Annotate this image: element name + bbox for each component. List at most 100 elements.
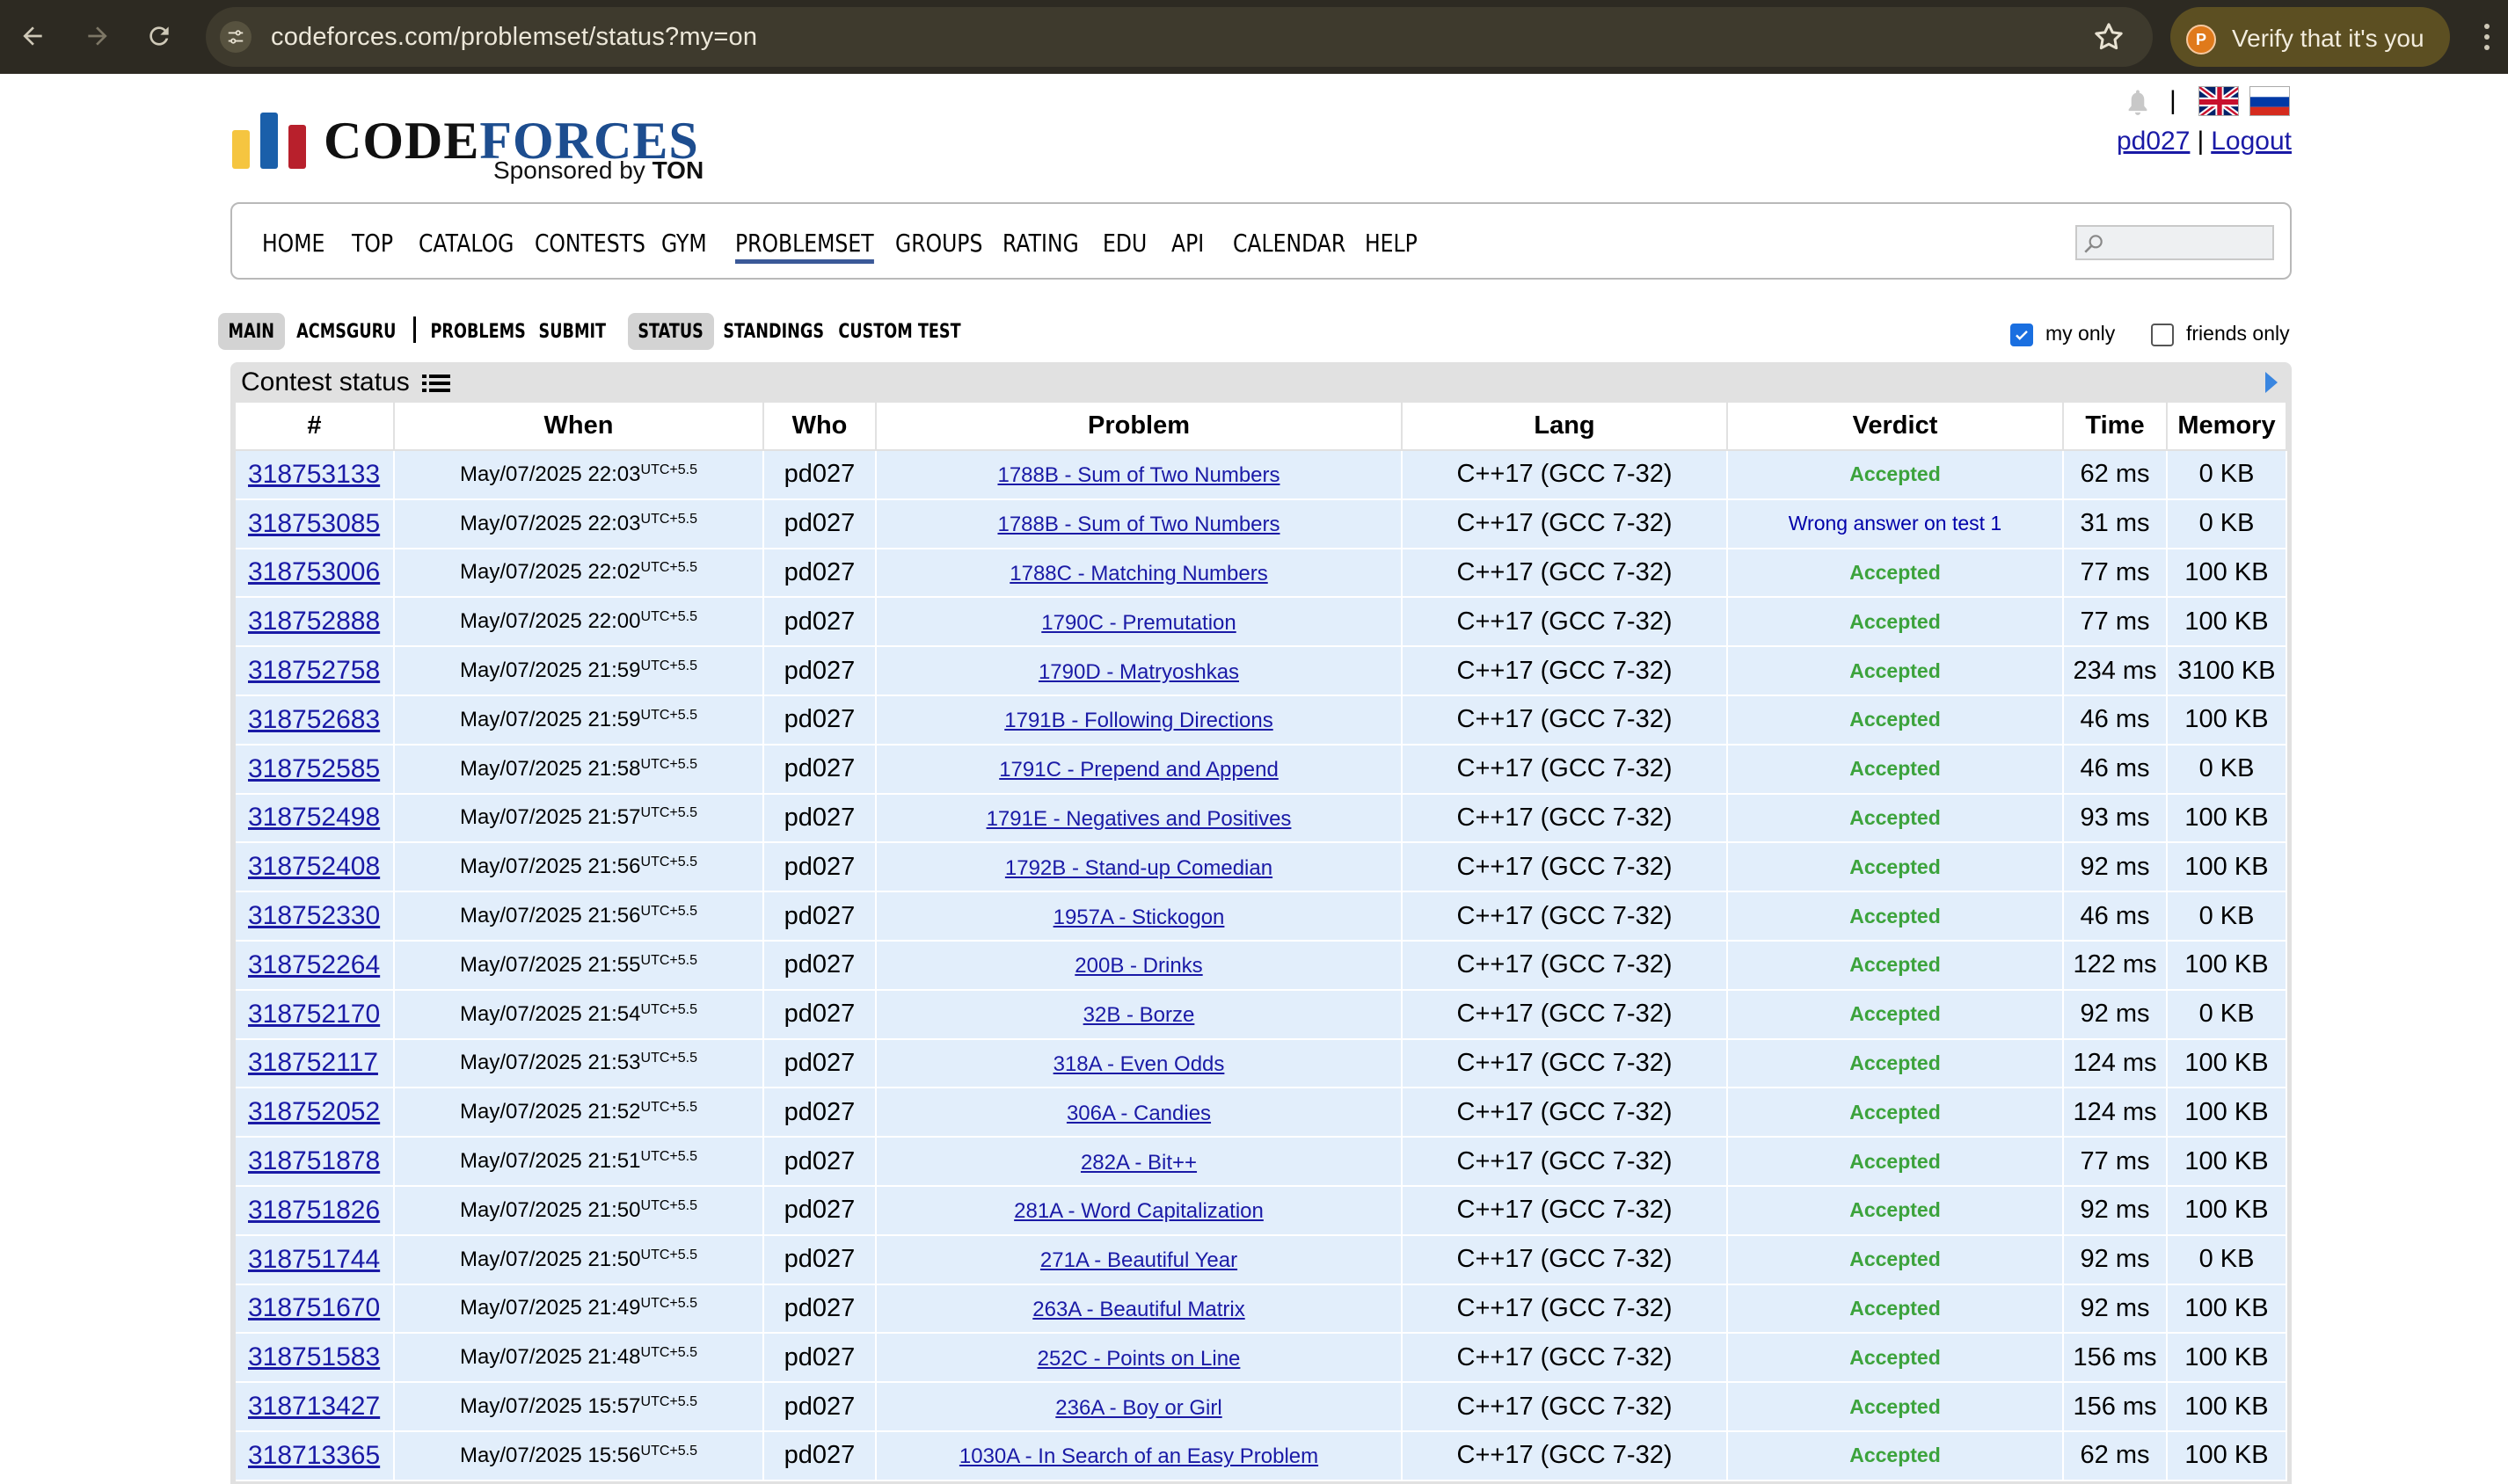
- submission-id-link[interactable]: 318753006: [248, 557, 380, 586]
- verdict-text[interactable]: Accepted: [1849, 806, 1941, 829]
- friends-only-checkbox[interactable]: [2151, 324, 2174, 346]
- tune-icon[interactable]: [220, 21, 252, 53]
- verdict-text[interactable]: Accepted: [1849, 1346, 1941, 1369]
- col-header-who[interactable]: Who: [763, 403, 877, 451]
- who-cell[interactable]: pd027: [763, 1234, 877, 1285]
- problem-link[interactable]: 236A - Boy or Girl: [1055, 1396, 1221, 1420]
- who-cell[interactable]: pd027: [763, 450, 877, 500]
- problem-link[interactable]: 1791B - Following Directions: [1004, 709, 1272, 732]
- problem-link[interactable]: 1788B - Sum of Two Numbers: [997, 513, 1280, 536]
- problem-link[interactable]: 32B - Borze: [1083, 1003, 1195, 1027]
- verdict-text[interactable]: Accepted: [1849, 855, 1941, 878]
- submission-id-link[interactable]: 318752264: [248, 950, 380, 979]
- uk-flag-icon[interactable]: [2198, 86, 2239, 116]
- problem-link[interactable]: 1957A - Stickogon: [1054, 906, 1225, 929]
- menu-api[interactable]: API: [1171, 229, 1204, 258]
- submenu-problems[interactable]: PROBLEMS: [429, 313, 528, 350]
- submission-id-link[interactable]: 318751670: [248, 1293, 380, 1322]
- codeforces-logo[interactable]: CODEFORCES Sponsored by TON: [230, 98, 723, 186]
- who-cell[interactable]: pd027: [763, 1088, 877, 1138]
- submission-id-link[interactable]: 318752330: [248, 901, 380, 930]
- who-cell[interactable]: pd027: [763, 891, 877, 942]
- my-only-checkbox[interactable]: [2010, 324, 2033, 346]
- problem-link[interactable]: 1790D - Matryoshkas: [1039, 660, 1239, 684]
- submenu-main[interactable]: MAIN: [218, 313, 285, 350]
- submenu-status[interactable]: STATUS: [628, 313, 714, 350]
- star-icon[interactable]: [2091, 19, 2126, 55]
- menu-edu[interactable]: EDU: [1103, 229, 1147, 258]
- submission-id-link[interactable]: 318751878: [248, 1146, 380, 1175]
- more-icon[interactable]: [2478, 19, 2496, 55]
- verdict-text[interactable]: Wrong answer on test 1: [1789, 512, 2001, 535]
- submenu-standings[interactable]: STANDINGS: [719, 313, 828, 350]
- submission-id-link[interactable]: 318751826: [248, 1196, 380, 1225]
- verdict-text[interactable]: Accepted: [1849, 462, 1941, 485]
- menu-problemset[interactable]: PROBLEMSET: [735, 229, 874, 264]
- submenu-submit[interactable]: SUBMIT: [535, 313, 610, 350]
- who-cell[interactable]: pd027: [763, 744, 877, 795]
- problem-link[interactable]: 281A - Word Capitalization: [1014, 1199, 1264, 1223]
- address-bar[interactable]: codeforces.com/problemset/status?my=on: [206, 7, 2153, 67]
- who-cell[interactable]: pd027: [763, 1038, 877, 1089]
- who-cell[interactable]: pd027: [763, 1284, 877, 1335]
- verdict-text[interactable]: Accepted: [1849, 757, 1941, 780]
- menu-contests[interactable]: CONTESTS: [535, 229, 645, 258]
- who-cell[interactable]: pd027: [763, 940, 877, 991]
- verdict-text[interactable]: Accepted: [1849, 1395, 1941, 1418]
- submission-id-link[interactable]: 318752498: [248, 803, 380, 832]
- url-text[interactable]: codeforces.com/problemset/status?my=on: [271, 23, 757, 52]
- who-cell[interactable]: pd027: [763, 1382, 877, 1432]
- col-header-id[interactable]: #: [236, 403, 395, 451]
- verdict-text[interactable]: Accepted: [1849, 1101, 1941, 1124]
- col-header-when[interactable]: When: [394, 403, 764, 451]
- who-cell[interactable]: pd027: [763, 597, 877, 648]
- logout-link[interactable]: Logout: [2211, 127, 2292, 156]
- menu-catalog[interactable]: CATALOG: [419, 229, 514, 258]
- menu-rating[interactable]: RATING: [1002, 229, 1079, 258]
- ru-flag-icon[interactable]: [2249, 86, 2290, 116]
- submission-id-link[interactable]: 318752683: [248, 705, 380, 734]
- submission-id-link[interactable]: 318713365: [248, 1441, 380, 1470]
- who-cell[interactable]: pd027: [763, 548, 877, 599]
- who-cell[interactable]: pd027: [763, 695, 877, 746]
- verify-identity-button[interactable]: P Verify that it's you: [2170, 7, 2450, 67]
- who-cell[interactable]: pd027: [763, 989, 877, 1040]
- verdict-text[interactable]: Accepted: [1849, 1248, 1941, 1270]
- submission-id-link[interactable]: 318752052: [248, 1097, 380, 1126]
- submission-id-link[interactable]: 318752758: [248, 656, 380, 685]
- reload-button[interactable]: [137, 14, 181, 58]
- who-cell[interactable]: pd027: [763, 842, 877, 893]
- submission-id-link[interactable]: 318752888: [248, 607, 380, 636]
- verdict-text[interactable]: Accepted: [1849, 1198, 1941, 1221]
- submission-id-link[interactable]: 318751744: [248, 1245, 380, 1274]
- verdict-text[interactable]: Accepted: [1849, 561, 1941, 584]
- col-header-lang[interactable]: Lang: [1402, 403, 1728, 451]
- verdict-text[interactable]: Accepted: [1849, 610, 1941, 633]
- problem-link[interactable]: 263A - Beautiful Matrix: [1032, 1298, 1244, 1321]
- who-cell[interactable]: pd027: [763, 1430, 877, 1481]
- problem-link[interactable]: 318A - Even Odds: [1054, 1052, 1225, 1076]
- col-header-problem[interactable]: Problem: [876, 403, 1403, 451]
- problem-link[interactable]: 1792B - Stand-up Comedian: [1005, 856, 1272, 880]
- problem-link[interactable]: 1788C - Matching Numbers: [1010, 562, 1267, 586]
- submission-id-link[interactable]: 318752170: [248, 1000, 380, 1029]
- submission-id-link[interactable]: 318753085: [248, 509, 380, 538]
- problem-link[interactable]: 1788B - Sum of Two Numbers: [997, 463, 1280, 487]
- forward-button[interactable]: [76, 14, 120, 58]
- list-icon[interactable]: [422, 372, 451, 395]
- problem-link[interactable]: 1030A - In Search of an Easy Problem: [959, 1444, 1318, 1468]
- submission-id-link[interactable]: 318752585: [248, 754, 380, 783]
- menu-groups[interactable]: GROUPS: [895, 229, 982, 258]
- who-cell[interactable]: pd027: [763, 646, 877, 696]
- verdict-text[interactable]: Accepted: [1849, 659, 1941, 682]
- who-cell[interactable]: pd027: [763, 1137, 877, 1187]
- problem-link[interactable]: 200B - Drinks: [1075, 954, 1202, 978]
- who-cell[interactable]: pd027: [763, 793, 877, 844]
- problem-link[interactable]: 1790C - Premutation: [1041, 611, 1236, 635]
- who-cell[interactable]: pd027: [763, 1333, 877, 1384]
- username-link[interactable]: pd027: [2117, 127, 2190, 156]
- verdict-text[interactable]: Accepted: [1849, 905, 1941, 928]
- col-header-time[interactable]: Time: [2063, 403, 2168, 451]
- problem-link[interactable]: 271A - Beautiful Year: [1040, 1248, 1237, 1272]
- verdict-text[interactable]: Accepted: [1849, 953, 1941, 976]
